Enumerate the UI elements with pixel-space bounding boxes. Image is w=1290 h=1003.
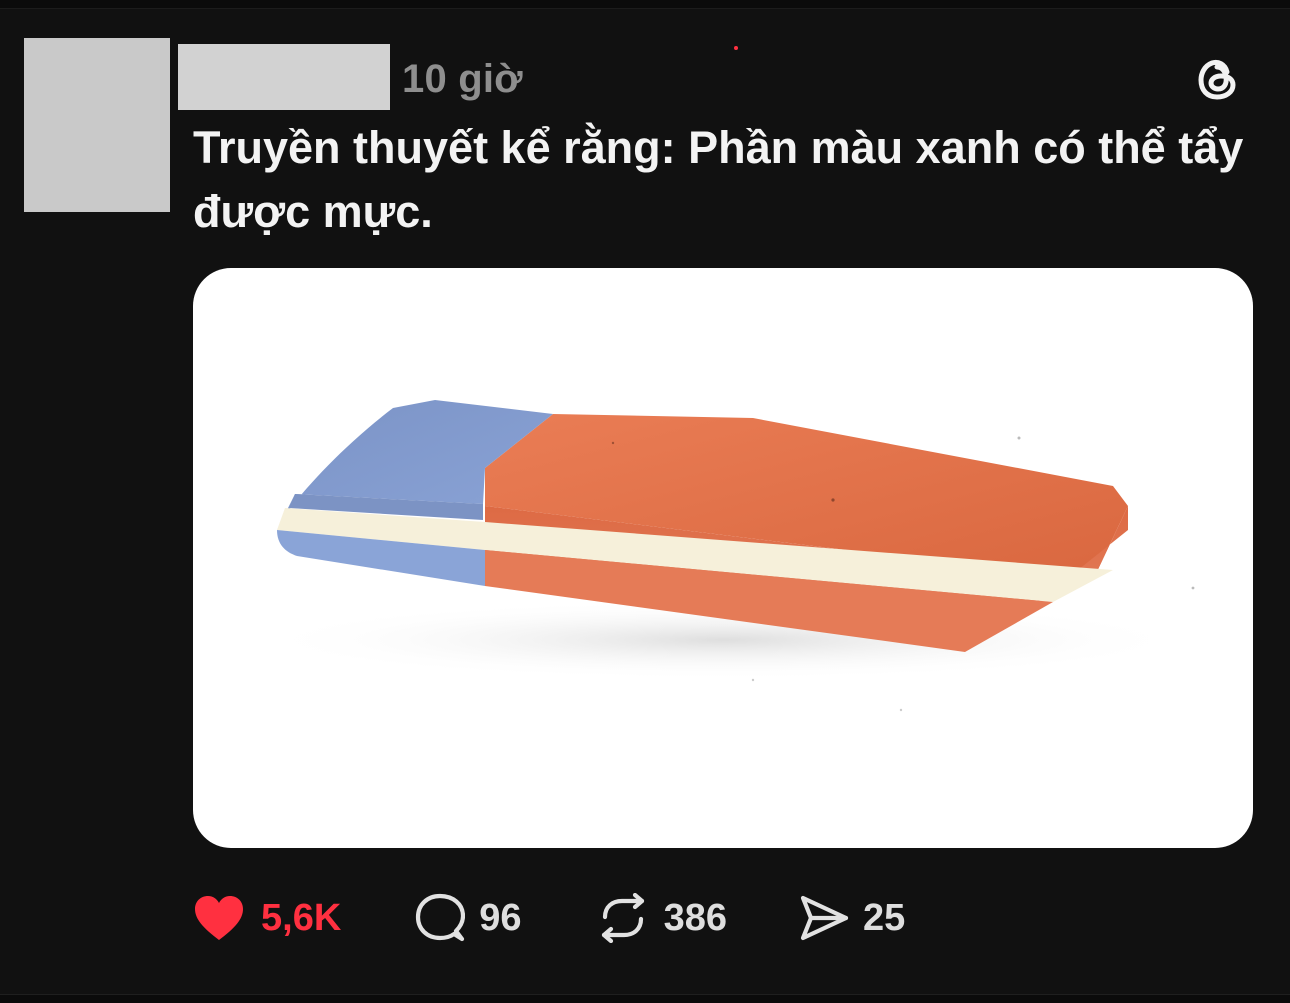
comment-icon: [416, 893, 466, 942]
repost-icon: [601, 893, 644, 943]
avatar[interactable]: [24, 38, 170, 212]
post-caption: Truyền thuyết kể rằng: Phần màu xanh có …: [193, 122, 1244, 237]
reply-count: 96: [479, 897, 522, 939]
username-redacted[interactable]: [178, 44, 390, 110]
eraser-illustration: [253, 400, 1195, 712]
reply-button[interactable]: 96: [415, 888, 522, 948]
send-icon: [800, 895, 849, 941]
post-timestamp: 10 giờ: [402, 57, 523, 101]
share-button[interactable]: 25: [799, 888, 905, 948]
repost-count: 386: [663, 897, 727, 939]
threads-logo-icon: [1196, 56, 1240, 102]
action-bar: 5,6K 96 386 25: [193, 888, 905, 948]
post-image[interactable]: [193, 268, 1253, 848]
like-count: 5,6K: [261, 897, 342, 939]
divider-bottom: [0, 994, 1290, 1003]
like-button[interactable]: 5,6K: [193, 888, 341, 948]
notification-dot: [734, 46, 738, 50]
heart-icon: [195, 896, 243, 940]
threads-post: 10 giờ Truyền thuyết kể rằng: Phần màu x…: [0, 0, 1290, 1003]
divider-top: [0, 0, 1290, 9]
repost-button[interactable]: 386: [596, 888, 727, 948]
share-count: 25: [862, 897, 906, 939]
